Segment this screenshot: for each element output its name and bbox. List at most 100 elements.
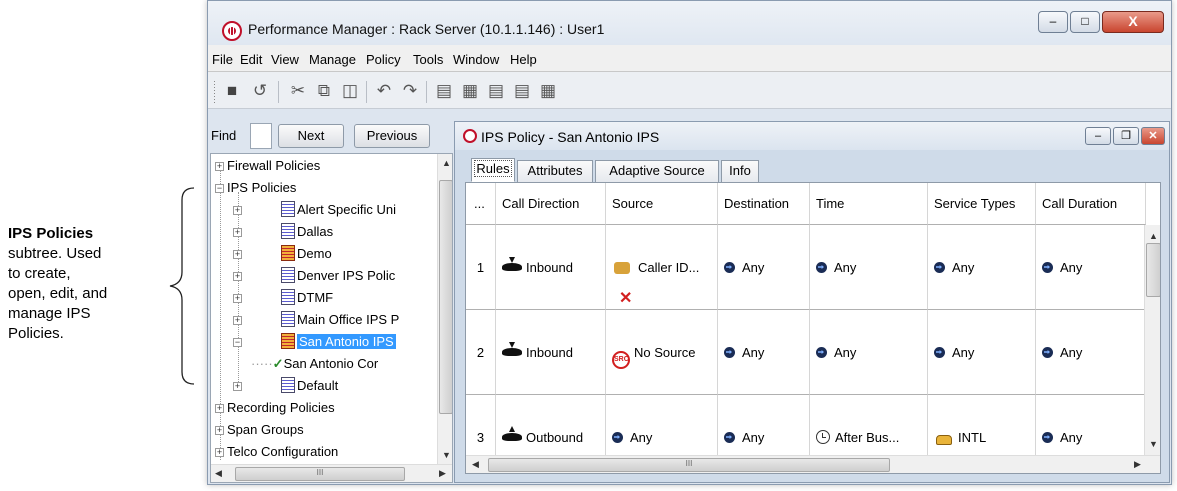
menu-window[interactable]: Window [453, 52, 499, 67]
tree-horizontal-scroll-thumb[interactable]: III [235, 467, 405, 481]
inner-close-button[interactable]: ✕ [1141, 127, 1165, 145]
column-header-call-duration[interactable]: Call Duration [1036, 183, 1146, 225]
cut-icon[interactable]: ✂ [288, 81, 308, 101]
column-header-source[interactable]: Source [606, 183, 718, 225]
table-cell-source[interactable]: SRC No Source [606, 310, 718, 395]
column-header-call-direction[interactable]: Call Direction [496, 183, 606, 225]
tree-node-policy[interactable]: + DTMF [233, 288, 333, 308]
toolbar-separator [366, 81, 367, 103]
tree-node-policy[interactable]: + Demo [233, 244, 332, 264]
delete-row-icon[interactable]: ▦ [538, 81, 558, 101]
insert-row-icon[interactable]: ▦ [460, 81, 480, 101]
back-icon[interactable]: ↶ [374, 81, 394, 101]
column-header-destination[interactable]: Destination [718, 183, 810, 225]
menu-edit[interactable]: Edit [240, 52, 262, 67]
table-cell-destination[interactable]: Any [718, 310, 810, 395]
expand-icon[interactable]: + [215, 404, 224, 413]
undo-icon[interactable]: ↺ [250, 81, 270, 101]
menu-file[interactable]: File [212, 52, 233, 67]
move-down-icon[interactable]: ▤ [512, 81, 532, 101]
scroll-up-icon[interactable]: ▲ [442, 158, 451, 168]
policy-document-icon [281, 333, 295, 349]
expand-icon[interactable]: + [233, 228, 242, 237]
toolbar-separator [278, 81, 279, 103]
menu-help[interactable]: Help [510, 52, 537, 67]
tree-node-telco-configuration[interactable]: + Telco Configuration [215, 442, 338, 462]
move-up-icon[interactable]: ▤ [486, 81, 506, 101]
collapse-icon[interactable]: − [215, 184, 224, 193]
row-number[interactable]: 1 [466, 225, 496, 310]
expand-icon[interactable]: + [233, 250, 242, 259]
table-cell-time[interactable]: Any [810, 310, 928, 395]
table-cell-source[interactable]: Caller ID... [606, 225, 718, 310]
table-cell-duration[interactable]: Any [1036, 310, 1146, 395]
scroll-left-icon[interactable]: ◀ [472, 459, 479, 470]
policy-tree: + Firewall Policies − IPS Policies + Alert … [210, 153, 453, 483]
add-row-icon[interactable]: ▤ [434, 81, 454, 101]
previous-button[interactable]: Previous [354, 124, 430, 148]
collapse-icon[interactable]: − [233, 338, 242, 347]
table-vertical-scroll-thumb[interactable] [1146, 243, 1160, 297]
tree-vertical-scroll-thumb[interactable] [439, 180, 452, 414]
tab-attributes[interactable]: Attributes [517, 160, 593, 182]
inner-minimize-button[interactable]: – [1085, 127, 1111, 145]
any-icon [1042, 262, 1053, 273]
table-cell-direction[interactable]: Inbound [496, 310, 606, 395]
row-number[interactable]: 2 [466, 310, 496, 395]
title-bar[interactable]: Performance Manager : Rack Server (10.1.… [208, 1, 1171, 45]
table-cell-duration[interactable]: Any [1036, 225, 1146, 310]
close-button[interactable]: X [1102, 11, 1164, 33]
tab-info[interactable]: Info [721, 160, 759, 182]
expand-icon[interactable]: + [233, 294, 242, 303]
table-cell-service[interactable]: Any [928, 310, 1036, 395]
tab-rules[interactable]: Rules [471, 158, 515, 182]
table-cell-direction[interactable]: Inbound [496, 225, 606, 310]
tree-node-policy[interactable]: + Denver IPS Polic [233, 266, 395, 286]
menu-tools[interactable]: Tools [413, 52, 443, 67]
tree-node-policy[interactable]: + Default [233, 376, 338, 396]
tree-node-recording-policies[interactable]: + Recording Policies [215, 398, 335, 418]
expand-icon[interactable]: + [233, 316, 242, 325]
scroll-right-icon[interactable]: ▶ [1134, 459, 1141, 470]
tree-node-policy[interactable]: + Dallas [233, 222, 333, 242]
column-header-time[interactable]: Time [810, 183, 928, 225]
tree-node-ips-policies[interactable]: − IPS Policies [215, 178, 296, 198]
tab-adaptive-source[interactable]: Adaptive Source [595, 160, 719, 182]
scroll-down-icon[interactable]: ▼ [442, 450, 451, 460]
next-button[interactable]: Next [278, 124, 344, 148]
expand-icon[interactable]: + [233, 206, 242, 215]
column-header-service-types[interactable]: Service Types [928, 183, 1036, 225]
table-cell-service[interactable]: Any [928, 225, 1036, 310]
inner-restore-button[interactable]: ❐ [1113, 127, 1139, 145]
menu-manage[interactable]: Manage [309, 52, 356, 67]
maximize-button[interactable]: □ [1070, 11, 1100, 33]
menu-policy[interactable]: Policy [366, 52, 401, 67]
forward-icon[interactable]: ↷ [400, 81, 420, 101]
tree-node-span-groups[interactable]: + Span Groups [215, 420, 304, 440]
find-input[interactable] [250, 123, 272, 149]
tree-node-sub-policy[interactable]: ·····✓San Antonio Cor [251, 354, 378, 374]
menu-view[interactable]: View [271, 52, 299, 67]
scroll-right-icon[interactable]: ▶ [439, 468, 446, 479]
tree-node-policy-selected[interactable]: − San Antonio IPS [233, 332, 396, 352]
table-cell-destination[interactable]: Any [718, 225, 810, 310]
scroll-left-icon[interactable]: ◀ [215, 468, 222, 479]
scroll-up-icon[interactable]: ▲ [1149, 231, 1158, 241]
table-cell-time[interactable]: Any [810, 225, 928, 310]
table-horizontal-scroll-thumb[interactable]: III [488, 458, 890, 472]
scroll-down-icon[interactable]: ▼ [1149, 439, 1158, 449]
inner-title-bar[interactable]: IPS Policy - San Antonio IPS – ❐ ✕ [455, 122, 1169, 150]
column-header-index[interactable]: ... [466, 183, 496, 225]
expand-icon[interactable]: + [215, 162, 224, 171]
expand-icon[interactable]: + [233, 272, 242, 281]
tree-node-policy[interactable]: + Alert Specific Uni [233, 200, 396, 220]
tree-node-firewall-policies[interactable]: + Firewall Policies [215, 156, 320, 176]
expand-icon[interactable]: + [215, 426, 224, 435]
minimize-button[interactable]: – [1038, 11, 1068, 33]
paste-icon[interactable]: ◫ [340, 81, 360, 101]
copy-icon[interactable]: ⧉ [314, 81, 334, 101]
expand-icon[interactable]: + [215, 448, 224, 457]
tree-node-policy[interactable]: + Main Office IPS P [233, 310, 399, 330]
save-icon[interactable]: ■ [222, 81, 242, 101]
expand-icon[interactable]: + [233, 382, 242, 391]
